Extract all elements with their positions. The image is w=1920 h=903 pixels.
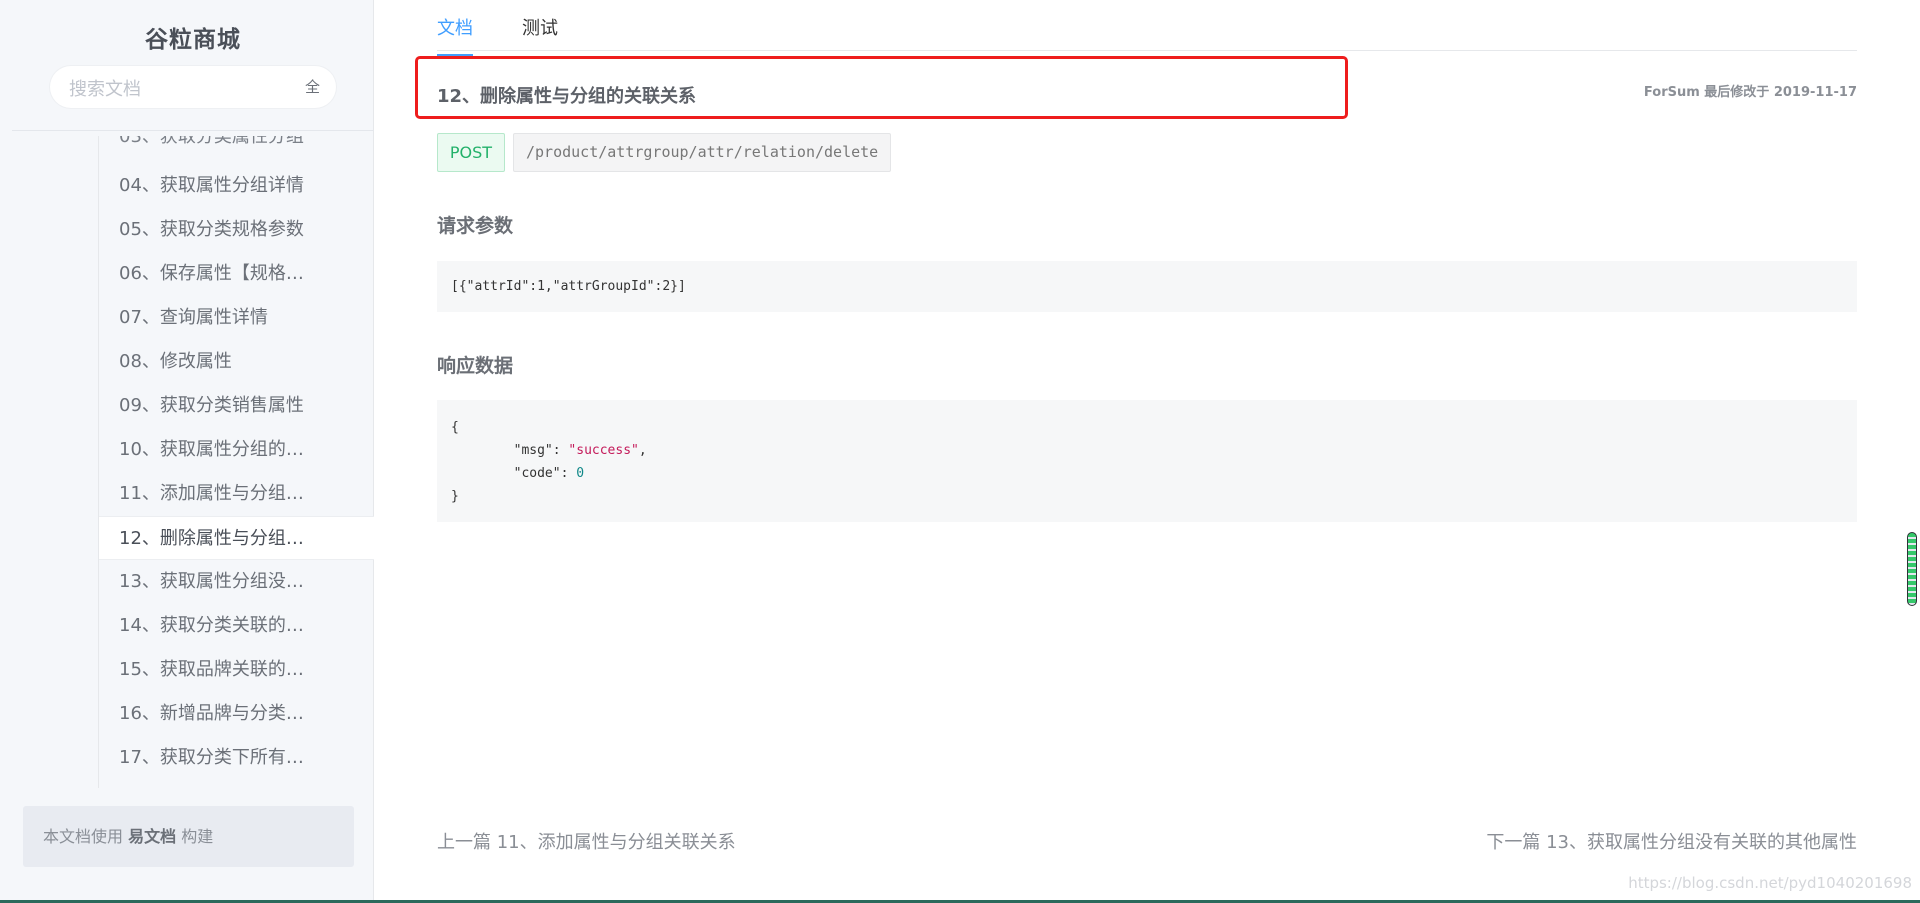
http-method-badge: POST — [437, 133, 505, 172]
code-brace-close: } — [451, 489, 459, 504]
code-value-code: 0 — [576, 466, 585, 481]
next-article-link[interactable]: 下一篇 13、获取属性分组没有关联的其他属性 — [1486, 828, 1857, 854]
code-value-msg: "success" — [568, 443, 639, 458]
sidebar-item[interactable]: 06、保存属性【规格… — [99, 252, 374, 296]
sidebar-item[interactable]: 08、修改属性 — [99, 340, 374, 384]
watermark-text: https://blog.csdn.net/pyd1040201698 — [1628, 874, 1912, 892]
doc-tree[interactable]: 03、获取分类属性分组 04、获取属性分组详情 05、获取分类规格参数 06、保存属… — [98, 136, 374, 788]
sidebar-item[interactable]: 12、删除属性与分组… — [99, 516, 374, 560]
request-params-code: [{"attrId":1,"attrGroupId":2}] — [437, 261, 1857, 312]
endpoint-path: /product/attrgroup/attr/relation/delete — [513, 133, 892, 172]
powered-by-suffix: 构建 — [181, 827, 214, 846]
code-brace-open: { — [451, 420, 459, 435]
prev-article-link[interactable]: 上一篇 11、添加属性与分组关联关系 — [437, 828, 736, 854]
code-key-msg: "msg" — [513, 443, 553, 458]
sidebar-item[interactable]: 14、获取分类关联的… — [99, 604, 374, 648]
tab-bar: 文档 测试 — [437, 0, 1857, 56]
code-key-code: "code" — [513, 466, 561, 481]
response-data-heading: 响应数据 — [437, 355, 514, 377]
search-placeholder: 搜索文档 — [69, 79, 141, 100]
sidebar-item-partial[interactable]: 03、获取分类属性分组 — [119, 136, 304, 148]
app-title: 谷粒商城 — [145, 27, 241, 53]
sidebar-item[interactable]: 11、添加属性与分组… — [99, 472, 374, 516]
sidebar-item[interactable]: 16、新增品牌与分类… — [99, 692, 374, 736]
doc-tree-list: 04、获取属性分组详情 05、获取分类规格参数 06、保存属性【规格… 07、查询属性… — [99, 164, 374, 780]
sidebar-item[interactable]: 05、获取分类规格参数 — [99, 208, 374, 252]
search-input[interactable]: 搜索文档 全 — [50, 66, 336, 108]
sidebar: 谷粒商城 搜索文档 全 03、获取分类属性分组 04、获取属性分组详情 05、获取… — [0, 0, 374, 903]
powered-by-brand[interactable]: 易文档 — [128, 827, 176, 846]
sidebar-item[interactable]: 09、获取分类销售属性 — [99, 384, 374, 428]
tab-test[interactable]: 测试 — [522, 14, 558, 54]
tab-docs[interactable]: 文档 — [437, 14, 473, 56]
scrollbar-thumb[interactable] — [1907, 532, 1917, 606]
last-modified-info: ForSum 最后修改于 2019-11-17 — [1643, 85, 1857, 100]
page-title: 12、删除属性与分组的关联关系 — [437, 86, 697, 107]
sidebar-item[interactable]: 10、获取属性分组的… — [99, 428, 374, 472]
response-data-code: { "msg": "success", "code": 0 } — [437, 400, 1857, 522]
powered-by-note: 本文档使用 易文档 构建 — [23, 806, 354, 867]
sidebar-item[interactable]: 04、获取属性分组详情 — [99, 164, 374, 208]
powered-by-prefix: 本文档使用 — [43, 827, 124, 846]
search-scope-button[interactable]: 全 — [305, 76, 320, 97]
sidebar-item[interactable]: 17、获取分类下所有… — [99, 736, 374, 780]
sidebar-divider — [12, 130, 374, 131]
request-params-heading: 请求参数 — [437, 215, 514, 237]
sidebar-item[interactable]: 13、获取属性分组没… — [99, 560, 374, 604]
main-content: 文档 测试 12、删除属性与分组的关联关系 ForSum 最后修改于 2019-… — [375, 0, 1920, 903]
sidebar-item[interactable]: 07、查询属性详情 — [99, 296, 374, 340]
sidebar-item[interactable]: 15、获取品牌关联的… — [99, 648, 374, 692]
